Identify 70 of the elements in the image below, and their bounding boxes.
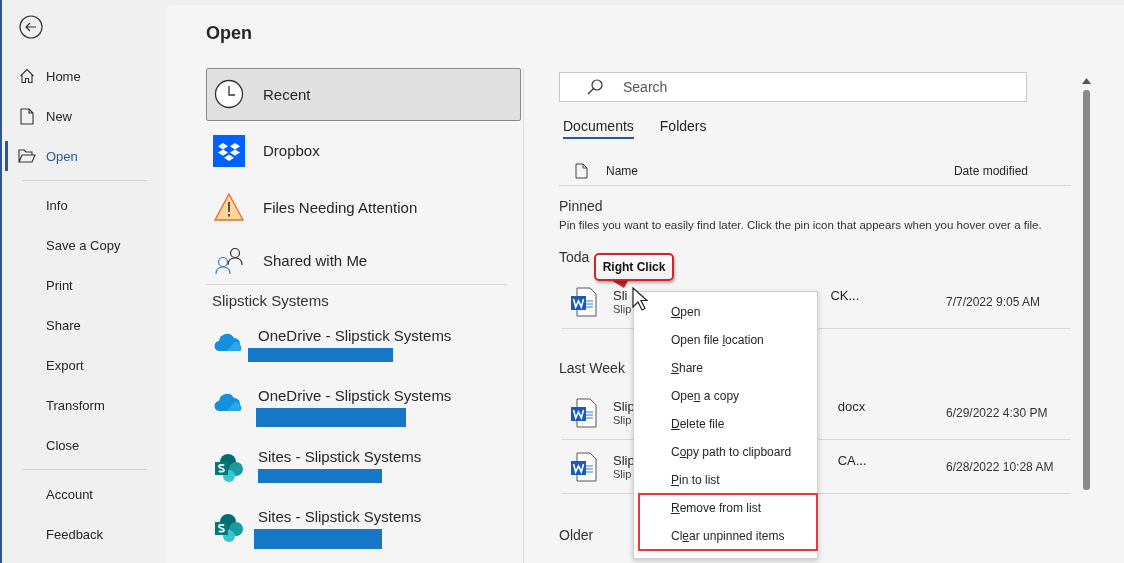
place-item[interactable]: Files Needing Attention [206, 181, 521, 234]
location-item[interactable]: OneDrive - Slipstick Systems [206, 387, 521, 448]
file-name: Sli [613, 288, 628, 303]
tab[interactable]: Folders [659, 115, 707, 139]
back-icon[interactable] [19, 15, 43, 39]
nav-item[interactable]: Info [2, 185, 165, 225]
people-icon [214, 246, 244, 275]
menu-item[interactable]: Open [634, 298, 817, 326]
pinned-description: Pin files you want to easily find later. Click the pin icon that appears when you hover over a file. [559, 219, 1043, 231]
file-location: Slip [613, 414, 632, 426]
nav-item[interactable]: Close [2, 425, 165, 465]
menu-item[interactable]: Copy path to clipboard [634, 438, 817, 466]
document-icon [575, 162, 588, 179]
nav-item[interactable]: Share [2, 305, 165, 345]
menu-item[interactable]: Open file location [634, 326, 817, 354]
word-document-icon [571, 451, 597, 482]
dropbox-icon [213, 134, 245, 167]
place-item[interactable]: Recent [206, 68, 521, 121]
document-icon [18, 107, 36, 125]
search-icon [587, 79, 603, 95]
location-item[interactable]: OneDrive - Slipstick Systems [206, 327, 521, 388]
location-item[interactable]: Sites - Slipstick Systems [206, 507, 521, 563]
nav-item[interactable]: Transform [2, 385, 165, 425]
folder-icon [18, 149, 36, 163]
page-title: Open [206, 22, 253, 44]
warning-icon [214, 193, 244, 222]
word-document-icon [571, 286, 597, 317]
nav-item[interactable]: Feedback [2, 514, 165, 554]
word-document-icon [571, 397, 597, 428]
nav-item[interactable]: Save a Copy [2, 225, 165, 265]
section-heading: Older [559, 526, 594, 545]
nav-item[interactable]: Account [2, 474, 165, 514]
menu-item[interactable]: Pin to list [634, 466, 817, 494]
tab[interactable]: Documents [563, 115, 634, 139]
menu-item[interactable]: Delete file [634, 410, 817, 438]
location-item[interactable]: Sites - Slipstick Systems [206, 447, 521, 508]
home-icon [18, 68, 36, 84]
sites-icon [214, 512, 244, 543]
file-location: Slip [613, 303, 632, 315]
file-date: 6/28/2022 10:28 AM [946, 459, 1055, 474]
nav-item[interactable]: Home [2, 56, 165, 96]
column-header[interactable]: Name [606, 163, 954, 178]
file-date: 6/29/2022 4:30 PM [946, 405, 1049, 420]
nav-item[interactable]: Print [2, 265, 165, 305]
section-heading: Last Week [559, 359, 625, 378]
sites-icon [214, 452, 244, 483]
nav-item[interactable]: Open [2, 136, 165, 176]
callout-bubble: Right Click [594, 253, 674, 281]
section-heading: Pinned [559, 197, 603, 216]
nav-item[interactable]: Export [2, 345, 165, 385]
menu-item[interactable]: Clear unpinned items [634, 522, 817, 550]
column-header[interactable]: Date modified [953, 163, 1028, 178]
menu-item[interactable]: Share [634, 354, 817, 382]
cloud-icon [214, 332, 244, 353]
nav-item[interactable]: New [2, 96, 165, 136]
menu-item[interactable]: Open a copy [634, 382, 817, 410]
cloud-icon [214, 392, 244, 413]
clock-icon [214, 79, 244, 110]
group-heading: Slipstick Systems [211, 291, 330, 312]
menu-item[interactable]: Remove from list [634, 494, 817, 522]
file-name: docx [837, 399, 866, 414]
place-item[interactable]: Shared with Me [206, 237, 521, 285]
section-heading: Toda [559, 248, 590, 267]
file-date: 7/7/2022 9:05 AM [946, 294, 1042, 309]
file-name: CA... [837, 453, 867, 468]
scroll-up-icon[interactable] [1081, 78, 1091, 84]
file-name: CK... [830, 288, 860, 303]
place-item[interactable]: Dropbox [206, 124, 521, 177]
file-location: Slip [613, 468, 632, 480]
search-field[interactable]: Search [559, 72, 1027, 102]
